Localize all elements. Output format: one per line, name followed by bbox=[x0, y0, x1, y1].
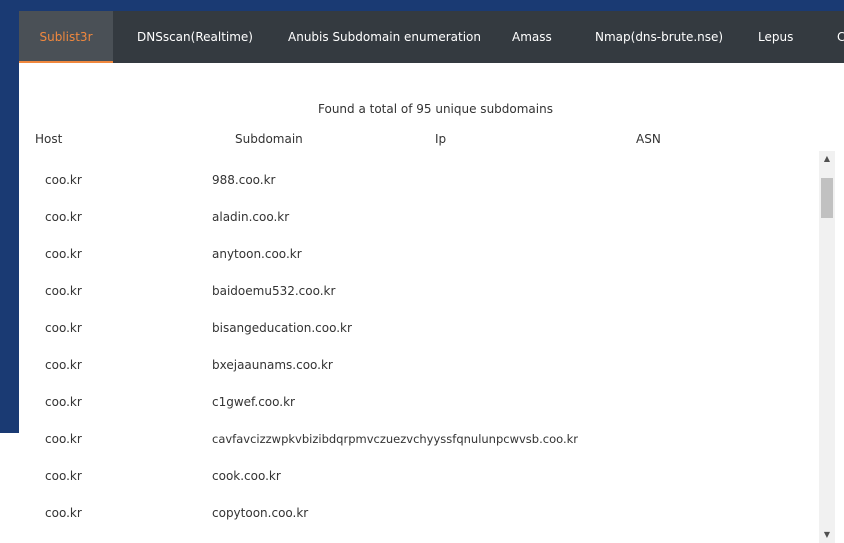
tab-dnsscan[interactable]: DNSscan(Realtime) bbox=[137, 11, 253, 63]
subdomain-cell: copytoon.coo.kr bbox=[212, 506, 309, 520]
table-row: coo.kr copytoon.coo.kr bbox=[19, 494, 817, 531]
subdomain-cell: anytoon.coo.kr bbox=[212, 247, 302, 261]
tab-lepus[interactable]: Lepus bbox=[758, 11, 793, 63]
result-summary: Found a total of 95 unique subdomains bbox=[318, 102, 553, 116]
table-row: coo.kr baidoemu532.coo.kr bbox=[19, 272, 817, 309]
host-cell: coo.kr bbox=[45, 321, 82, 335]
host-cell: coo.kr bbox=[45, 284, 82, 298]
table-row: coo.kr bisangeducation.coo.kr bbox=[19, 309, 817, 346]
host-cell: coo.kr bbox=[45, 395, 82, 409]
table-row: coo.kr cavfavcizzwpkvbizibdqrpmvczuezvch… bbox=[19, 420, 817, 457]
table-row: coo.kr 988.coo.kr bbox=[19, 161, 817, 198]
subdomain-cell: baidoemu532.coo.kr bbox=[212, 284, 336, 298]
host-cell: coo.kr bbox=[45, 173, 82, 187]
table-row: coo.kr cook.coo.kr bbox=[19, 457, 817, 494]
tab-anubis[interactable]: Anubis Subdomain enumeration bbox=[288, 11, 481, 63]
table-row: coo.kr anytoon.coo.kr bbox=[19, 235, 817, 272]
subdomain-cell: cavfavcizzwpkvbizibdqrpmvczuezvchyyssfqn… bbox=[212, 432, 578, 446]
tool-tab-bar: Sublist3r DNSscan(Realtime) Anubis Subdo… bbox=[19, 11, 844, 63]
subdomain-cell: aladin.coo.kr bbox=[212, 210, 290, 224]
column-header-host: Host bbox=[35, 132, 63, 146]
subdomain-cell: bxejaaunams.coo.kr bbox=[212, 358, 333, 372]
host-cell: coo.kr bbox=[45, 506, 82, 520]
tab-nmap[interactable]: Nmap(dns-brute.nse) bbox=[595, 11, 723, 63]
scrollbar-thumb[interactable] bbox=[821, 178, 833, 218]
results-panel: Sublist3r DNSscan(Realtime) Anubis Subdo… bbox=[19, 11, 844, 543]
subdomain-cell: 988.coo.kr bbox=[212, 173, 276, 187]
scroll-up-arrow-icon[interactable]: ▲ bbox=[819, 151, 835, 167]
subdomain-cell: c1gwef.coo.kr bbox=[212, 395, 295, 409]
table-row: coo.kr bxejaaunams.coo.kr bbox=[19, 346, 817, 383]
table-row: coo.kr aladin.coo.kr bbox=[19, 198, 817, 235]
table-row: coo.kr c1gwef.coo.kr bbox=[19, 383, 817, 420]
host-cell: coo.kr bbox=[45, 247, 82, 261]
host-cell: coo.kr bbox=[45, 210, 82, 224]
subdomain-cell: cook.coo.kr bbox=[212, 469, 281, 483]
column-header-ip: Ip bbox=[435, 132, 447, 146]
host-cell: coo.kr bbox=[45, 469, 82, 483]
host-cell: coo.kr bbox=[45, 358, 82, 372]
subdomain-cell: bisangeducation.coo.kr bbox=[212, 321, 352, 335]
tab-sublist3r[interactable]: Sublist3r bbox=[19, 11, 113, 63]
tab-truncated[interactable]: C bbox=[837, 11, 844, 63]
host-cell: coo.kr bbox=[45, 432, 82, 446]
table-scrollbar[interactable]: ▲ ▼ bbox=[819, 151, 835, 543]
column-header-asn: ASN bbox=[636, 132, 661, 146]
scroll-down-arrow-icon[interactable]: ▼ bbox=[819, 527, 835, 543]
tab-amass[interactable]: Amass bbox=[512, 11, 552, 63]
column-header-subdomain: Subdomain bbox=[235, 132, 303, 146]
